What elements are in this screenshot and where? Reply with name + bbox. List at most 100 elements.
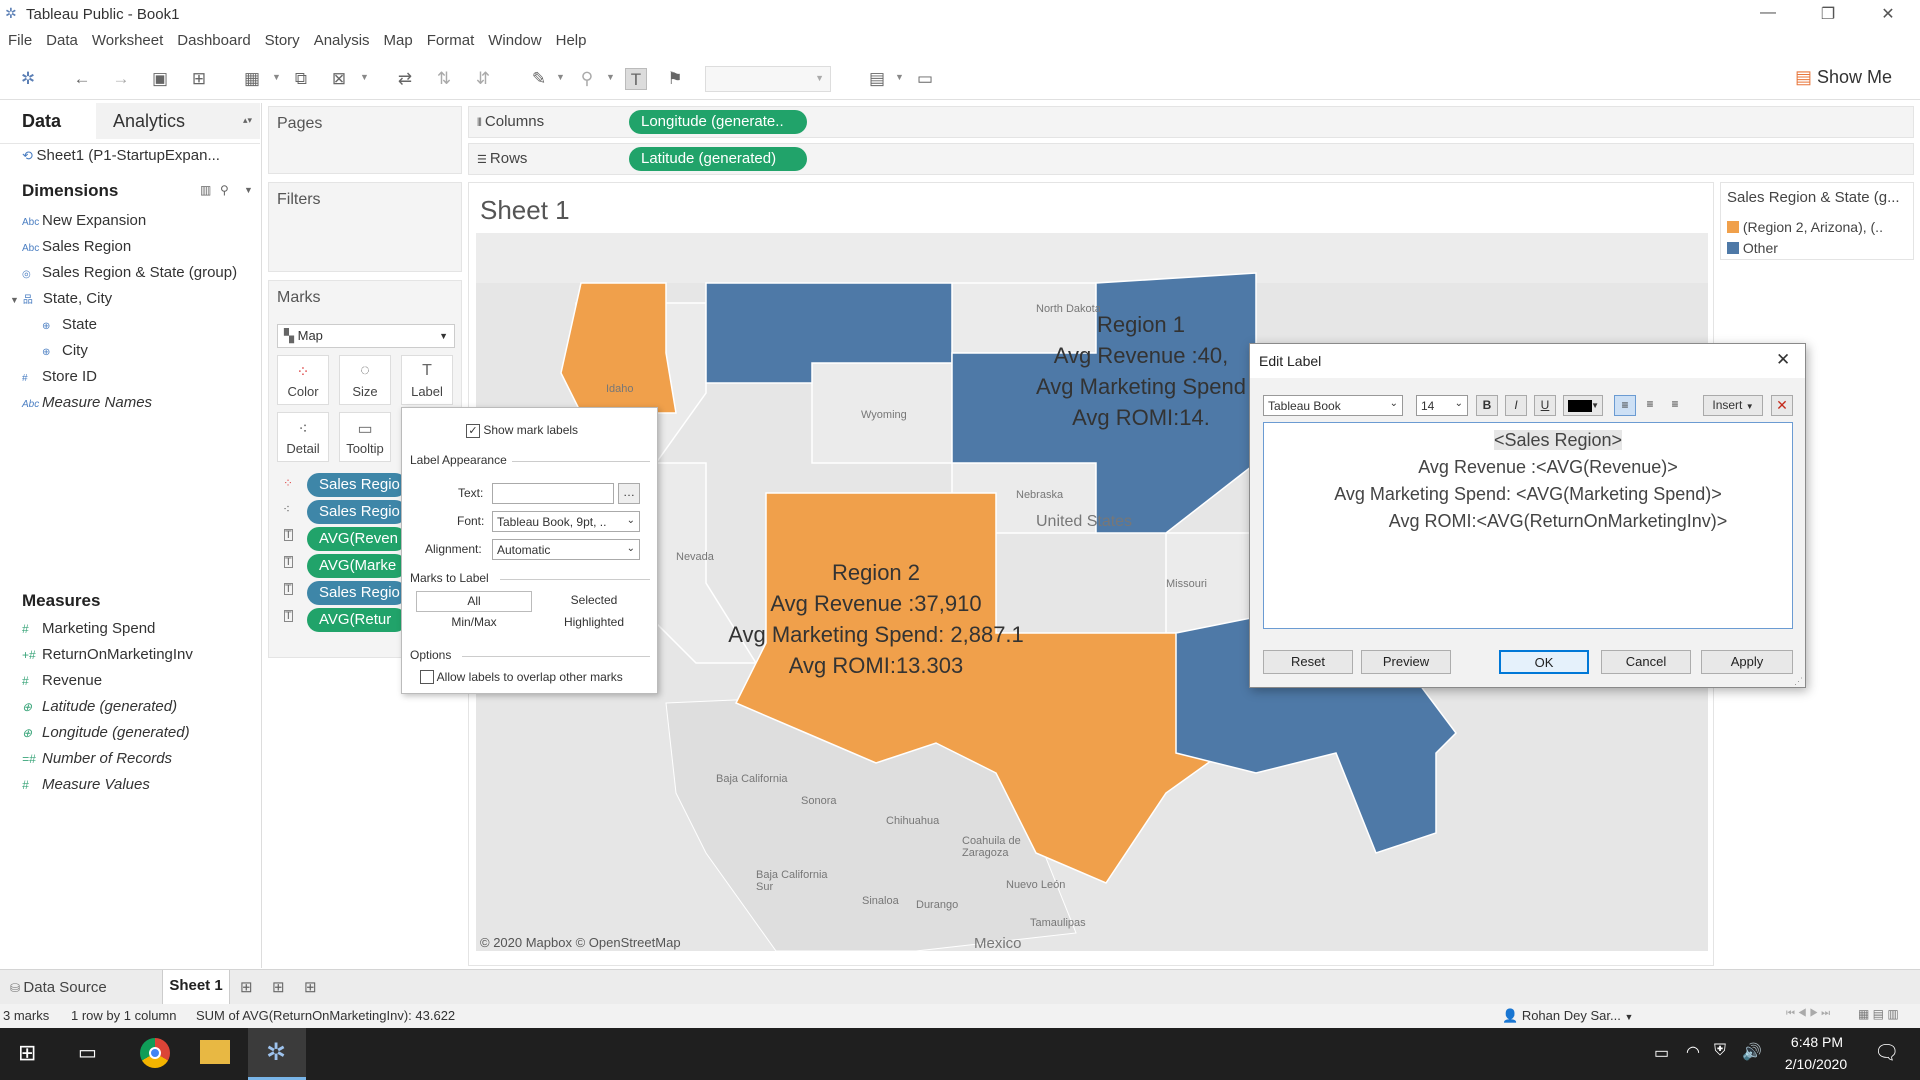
user-menu[interactable]: 👤 Rohan Dey Sar... ▼ bbox=[1502, 1008, 1633, 1024]
legend-item-region2[interactable]: (Region 2, Arizona), (.. bbox=[1727, 219, 1883, 235]
collapse-icon[interactable]: ▼ bbox=[10, 295, 19, 305]
ok-button[interactable]: OK bbox=[1499, 650, 1589, 674]
font-size-select[interactable]: 14 ⌄ bbox=[1416, 395, 1468, 416]
field-sales-region[interactable]: Abc Sales Region bbox=[22, 238, 131, 255]
color-button[interactable]: ⁘ Color bbox=[277, 355, 329, 405]
mark-pill-sales-region-color[interactable]: Sales Regio bbox=[307, 473, 407, 497]
field-return-on-marketing[interactable]: +# ReturnOnMarketingInv bbox=[22, 646, 193, 663]
presentation-icon[interactable]: ▭ bbox=[914, 68, 936, 90]
menu-map[interactable]: Map bbox=[377, 30, 420, 51]
search-icon[interactable]: ⚲ bbox=[220, 183, 229, 197]
show-labels-icon[interactable]: T bbox=[625, 68, 647, 90]
size-button[interactable]: ◌ Size bbox=[339, 355, 391, 405]
columns-pill-longitude[interactable]: Longitude (generate.. bbox=[629, 110, 807, 134]
mark-pill-sales-region-detail[interactable]: Sales Regio bbox=[307, 500, 407, 524]
new-worksheet-icon[interactable]: ▦ bbox=[241, 68, 263, 90]
field-measure-names[interactable]: Abc Measure Names bbox=[22, 394, 152, 411]
label-text-editor[interactable]: <Sales Region> Avg Revenue :<AVG(Revenue… bbox=[1263, 422, 1793, 629]
field-measure-values[interactable]: # Measure Values bbox=[22, 776, 150, 793]
wifi-icon[interactable]: ◠ bbox=[1686, 1042, 1700, 1062]
swap-icon[interactable]: ⇄ bbox=[394, 68, 416, 90]
show-me-button[interactable]: ▤ Show Me bbox=[1795, 67, 1892, 88]
menu-file[interactable]: File bbox=[1, 30, 39, 51]
show-cards-icon[interactable]: ▤ bbox=[866, 68, 888, 90]
battery-icon[interactable]: ▭ bbox=[1654, 1043, 1669, 1063]
menu-worksheet[interactable]: Worksheet bbox=[85, 30, 170, 51]
duplicate-icon[interactable]: ⧉ bbox=[290, 68, 312, 90]
preview-button[interactable]: Preview bbox=[1361, 650, 1451, 674]
clear-dropdown-icon[interactable]: ▼ bbox=[360, 72, 369, 82]
clear-text-icon[interactable]: ✕ bbox=[1771, 395, 1793, 416]
show-mark-labels-checkbox[interactable]: ✓ bbox=[466, 424, 480, 438]
align-left-button[interactable]: ≡ bbox=[1614, 395, 1636, 416]
cancel-button[interactable]: Cancel bbox=[1601, 650, 1691, 674]
legend-item-other[interactable]: Other bbox=[1727, 240, 1778, 256]
tableau-taskbar-button[interactable]: ✲ bbox=[248, 1028, 306, 1080]
italic-button[interactable]: I bbox=[1505, 395, 1527, 416]
mark-type-dropdown[interactable]: ▚ Map ▼ bbox=[277, 324, 455, 348]
allow-overlap-checkbox[interactable] bbox=[420, 670, 434, 684]
undo-icon[interactable]: ← bbox=[71, 68, 93, 90]
sheet-nav-icons[interactable]: ⏮ ◀ ▶ ⏭ bbox=[1786, 1008, 1830, 1019]
menu-story[interactable]: Story bbox=[258, 30, 307, 51]
pages-card[interactable]: Pages bbox=[268, 106, 462, 174]
pin-icon[interactable]: ⚑ bbox=[664, 68, 686, 90]
underline-button[interactable]: U bbox=[1534, 395, 1556, 416]
field-state[interactable]: ⊕ State bbox=[42, 316, 97, 333]
task-view-icon[interactable]: ▭ bbox=[78, 1040, 97, 1065]
restore-button[interactable]: ❐ bbox=[1808, 4, 1848, 24]
defender-icon[interactable]: ⛨ bbox=[1714, 1042, 1726, 1060]
resize-grip-icon[interactable]: ⋰ bbox=[1794, 676, 1803, 687]
menu-help[interactable]: Help bbox=[549, 30, 594, 51]
bold-button[interactable]: B bbox=[1476, 395, 1498, 416]
field-revenue[interactable]: # Revenue bbox=[22, 672, 102, 689]
windows-start-icon[interactable]: ⊞ bbox=[18, 1040, 36, 1066]
mark-pill-avg-revenue[interactable]: AVG(Reven bbox=[307, 527, 407, 551]
label-button[interactable]: T Label bbox=[401, 355, 453, 405]
new-dashboard-tab-icon[interactable]: ⊞ bbox=[272, 978, 285, 996]
alignment-dropdown[interactable]: Automatic ⌄ bbox=[492, 539, 640, 560]
rows-shelf[interactable]: ☰ Rows Latitude (generated) bbox=[468, 143, 1914, 175]
reset-button[interactable]: Reset bbox=[1263, 650, 1353, 674]
detail-button[interactable]: ⁖ Detail bbox=[277, 412, 329, 462]
field-sales-region-state-group[interactable]: ◎ Sales Region & State (group) bbox=[22, 264, 237, 281]
align-center-button[interactable]: ≡ bbox=[1639, 395, 1661, 416]
analytics-menu-icon[interactable]: ▴▾ bbox=[243, 115, 252, 126]
sort-ascending-icon[interactable]: ⇅ bbox=[433, 68, 455, 90]
insert-button[interactable]: Insert ▼ bbox=[1703, 395, 1763, 416]
sort-descending-icon[interactable]: ⇵ bbox=[472, 68, 494, 90]
volume-icon[interactable]: 🔊 bbox=[1742, 1042, 1762, 1062]
mark-pill-avg-romi[interactable]: AVG(Retur bbox=[307, 608, 407, 632]
text-edit-button[interactable]: … bbox=[618, 483, 640, 504]
columns-shelf[interactable]: ⦀ Columns Longitude (generate.. bbox=[468, 106, 1914, 138]
datasource-item[interactable]: ⟲ Sheet1 (P1-StartupExpan... bbox=[22, 147, 220, 164]
apply-button[interactable]: Apply bbox=[1701, 650, 1793, 674]
show-cards-dropdown-icon[interactable]: ▼ bbox=[895, 72, 904, 82]
map-attribution[interactable]: © 2020 Mapbox © OpenStreetMap bbox=[480, 935, 681, 950]
group-dropdown-icon[interactable]: ▼ bbox=[606, 72, 615, 82]
field-new-expansion[interactable]: Abc New Expansion bbox=[22, 212, 146, 229]
clock-date[interactable]: 2/10/2020 bbox=[1776, 1056, 1856, 1072]
tableau-home-icon[interactable]: ✲ bbox=[17, 68, 39, 90]
clock-time[interactable]: 6:48 PM bbox=[1782, 1034, 1852, 1050]
font-dropdown[interactable]: Tableau Book, 9pt, .. ⌄ bbox=[492, 511, 640, 532]
marks-minmax-option[interactable]: Min/Max bbox=[416, 613, 532, 634]
group-icon[interactable]: ⚲ bbox=[576, 68, 598, 90]
tab-analytics[interactable]: Analytics ▴▾ bbox=[96, 103, 260, 139]
align-right-button[interactable]: ≡ bbox=[1664, 395, 1686, 416]
sheet-sorter-view-icon[interactable]: ▦ ▤ ▥ bbox=[1858, 1007, 1899, 1021]
tooltip-button[interactable]: ▭ Tooltip bbox=[339, 412, 391, 462]
close-window-button[interactable]: ✕ bbox=[1868, 4, 1908, 24]
field-store-id[interactable]: # Store ID bbox=[22, 368, 97, 385]
minimize-button[interactable]: — bbox=[1748, 4, 1788, 22]
redo-icon[interactable]: → bbox=[110, 68, 132, 90]
marks-highlighted-option[interactable]: Highlighted bbox=[536, 613, 652, 634]
show-mark-labels-option[interactable]: ✓ Show mark labels bbox=[466, 423, 578, 438]
allow-overlap-option[interactable]: Allow labels to overlap other marks bbox=[420, 670, 623, 684]
new-story-tab-icon[interactable]: ⊞ bbox=[304, 978, 317, 996]
save-icon[interactable]: ▣ bbox=[149, 68, 171, 90]
field-latitude[interactable]: ⊕ Latitude (generated) bbox=[22, 698, 177, 715]
field-city[interactable]: ⊕ City bbox=[42, 342, 88, 359]
mark-pill-sales-region-label[interactable]: Sales Regio bbox=[307, 581, 407, 605]
mark-pill-avg-marketing[interactable]: AVG(Marke bbox=[307, 554, 407, 578]
